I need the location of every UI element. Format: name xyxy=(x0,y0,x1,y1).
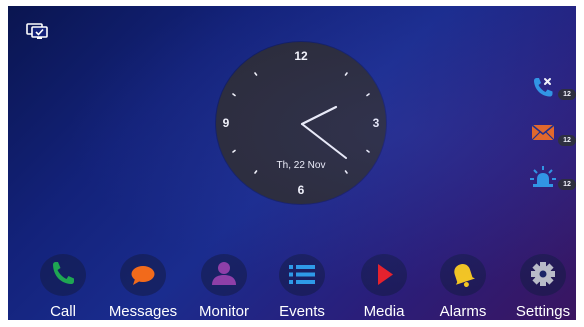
clock-number-6: 6 xyxy=(297,183,305,197)
dock-call[interactable]: Call xyxy=(22,254,100,320)
bell-icon xyxy=(454,264,475,287)
events-button[interactable] xyxy=(279,254,325,296)
alarms-notification[interactable]: 12 xyxy=(530,165,576,193)
alarms-button[interactable] xyxy=(440,254,486,296)
messages-button[interactable] xyxy=(120,254,166,296)
hour-hand xyxy=(300,105,338,126)
missed-call-icon xyxy=(534,78,553,97)
phone-icon xyxy=(53,262,74,284)
dock-settings[interactable]: Settings xyxy=(502,254,576,320)
settings-button[interactable] xyxy=(520,254,566,296)
envelope-icon xyxy=(531,124,555,141)
clock-number-9: 9 xyxy=(222,116,230,130)
media-button[interactable] xyxy=(361,254,407,296)
home-screen: 12 3 6 9 Th, 22 Nov 12 12 12 Call Messag… xyxy=(8,6,576,320)
settings-label: Settings xyxy=(515,303,571,320)
call-button[interactable] xyxy=(40,254,86,296)
alarm-light-icon xyxy=(530,166,556,187)
dock-events[interactable]: Events xyxy=(261,254,339,320)
messages-notification[interactable]: 12 xyxy=(530,121,576,149)
alarms-count: 12 xyxy=(558,179,576,190)
clock-number-12: 12 xyxy=(294,49,308,63)
list-icon xyxy=(289,265,315,284)
clock-date: Th, 22 Nov xyxy=(276,160,326,171)
minute-hand xyxy=(301,123,347,159)
dock-media[interactable]: Media xyxy=(343,254,421,320)
clock-number-3: 3 xyxy=(372,116,380,130)
monitor-button[interactable] xyxy=(201,254,247,296)
analog-clock[interactable]: 12 3 6 9 Th, 22 Nov xyxy=(216,42,386,204)
messages-count: 12 xyxy=(558,135,576,146)
dock-monitor[interactable]: Monitor xyxy=(183,254,261,320)
monitor-check-icon[interactable] xyxy=(26,22,48,40)
missed-calls-notification[interactable]: 12 xyxy=(530,75,576,103)
dock-alarms[interactable]: Alarms xyxy=(422,254,500,320)
missed-calls-count: 12 xyxy=(558,89,576,100)
person-icon xyxy=(212,262,236,285)
dock-messages[interactable]: Messages xyxy=(102,254,180,320)
chat-bubble-icon xyxy=(131,266,155,285)
gear-icon xyxy=(531,262,555,286)
play-icon xyxy=(378,264,393,285)
